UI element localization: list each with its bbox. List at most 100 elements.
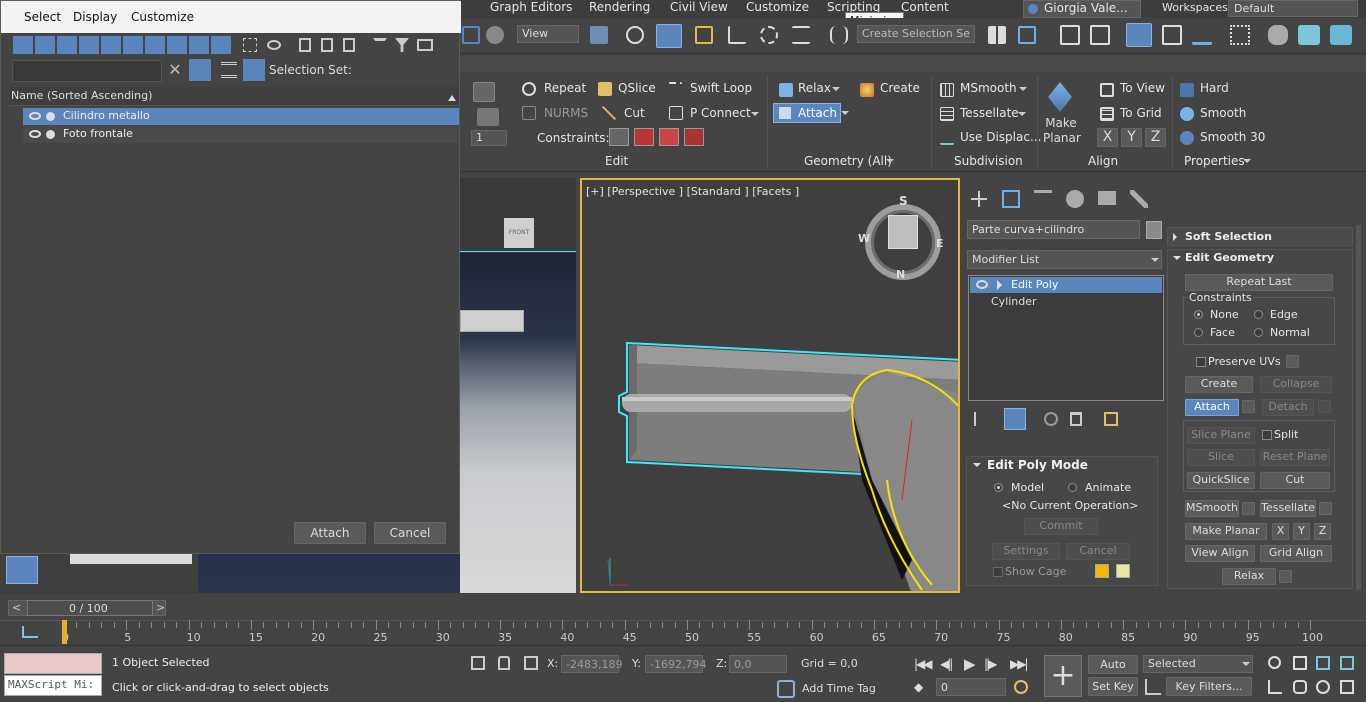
align-x-button[interactable]: X — [1097, 128, 1118, 147]
set-key-button[interactable]: Set Key — [1088, 677, 1138, 696]
rollout-collapse-arrow[interactable] — [973, 463, 981, 471]
move-icon[interactable] — [626, 26, 644, 44]
properties-dropdown-arrow[interactable] — [1243, 159, 1251, 167]
y-coordinate-field[interactable]: -1692,794 — [645, 655, 706, 673]
smooth30-button[interactable]: Smooth 30 — [1200, 130, 1265, 144]
constraint-normal-icon[interactable] — [684, 128, 704, 146]
to-view-button[interactable]: To View — [1120, 81, 1165, 95]
attach-arrow[interactable] — [841, 111, 849, 119]
material-editor-icon[interactable] — [1230, 25, 1250, 45]
constraint-none-radio[interactable] — [1194, 310, 1203, 319]
dialog-menu-customize[interactable]: Customize — [131, 10, 194, 24]
column-header[interactable]: Name (Sorted Ascending) — [9, 87, 459, 106]
align-z-button[interactable]: Z — [1145, 128, 1166, 147]
pan-icon[interactable] — [1293, 680, 1307, 694]
relax-geometry-button[interactable]: Relax — [1222, 568, 1276, 585]
animate-radio[interactable] — [1068, 483, 1077, 492]
filter-toggle-icon[interactable] — [189, 59, 211, 81]
to-grid-button[interactable]: To Grid — [1120, 106, 1162, 120]
smooth-button[interactable]: Smooth — [1200, 106, 1246, 120]
split-checkbox[interactable] — [1262, 430, 1272, 440]
use-displacement-button[interactable]: Use Displac... — [960, 130, 1041, 144]
cage-color-2[interactable] — [1116, 564, 1130, 578]
previous-frame-icon[interactable]: ◀|| — [940, 657, 953, 671]
create-geometry-button[interactable]: Create — [1185, 376, 1253, 393]
view-dropdown[interactable]: View — [517, 25, 579, 43]
freeze-dot-icon[interactable] — [46, 130, 55, 139]
settings-button[interactable]: Settings — [992, 543, 1060, 560]
constraint-none-icon[interactable] — [609, 128, 629, 146]
clear-search-icon[interactable]: ✕ — [167, 61, 183, 79]
current-frame-marker[interactable] — [62, 620, 67, 644]
scene-list-item[interactable]: Foto frontale — [23, 126, 459, 143]
tessellate-settings[interactable] — [1319, 502, 1332, 515]
object-color-swatch[interactable] — [1146, 221, 1162, 239]
create-button[interactable]: Create — [880, 81, 920, 95]
layer-icon[interactable] — [221, 62, 237, 78]
visibility-eye-icon[interactable] — [29, 112, 41, 120]
schematic-view-icon[interactable] — [1192, 25, 1212, 45]
filter-xrefs-icon[interactable] — [167, 36, 187, 54]
filter-helpers-icon[interactable] — [101, 36, 121, 54]
lock-selection-icon[interactable] — [498, 656, 510, 670]
menu-civil-view[interactable]: Civil View — [670, 0, 728, 14]
nurms-button[interactable]: NURMS — [544, 106, 588, 120]
quickslice-button[interactable]: QuickSlice — [1187, 472, 1255, 489]
filter-lights-icon[interactable] — [57, 36, 77, 54]
dialog-menu-display[interactable]: Display — [73, 10, 117, 24]
utilities-tab-icon[interactable] — [1130, 190, 1148, 208]
make-planar-z-button[interactable]: Z — [1314, 523, 1331, 540]
render-production-icon[interactable] — [1330, 25, 1352, 45]
scene-list-item[interactable]: Cilindro metallo — [23, 108, 459, 125]
folder-icon[interactable] — [417, 39, 433, 51]
edit-geometry-arrow[interactable] — [1173, 256, 1181, 264]
go-to-start-icon[interactable]: |◀◀ — [914, 657, 932, 671]
display-invert-icon[interactable] — [343, 38, 355, 52]
p-connect-arrow[interactable] — [751, 112, 759, 120]
auto-key-button[interactable]: Auto Key — [1088, 655, 1138, 688]
snaps-3d-icon[interactable] — [695, 26, 713, 44]
msmooth-geometry-button[interactable]: MSmooth — [1185, 500, 1239, 517]
hierarchy-tab-icon[interactable] — [1034, 190, 1052, 208]
make-planar-geometry-button[interactable]: Make Planar — [1185, 523, 1267, 540]
absolute-mode-icon[interactable] — [524, 656, 538, 670]
play-icon[interactable]: ▶ — [964, 655, 976, 673]
current-frame-field[interactable]: 0 — [936, 678, 1006, 696]
menu-content[interactable]: Content — [901, 0, 949, 14]
constraint-edge-icon[interactable] — [634, 128, 654, 146]
perspective-viewport[interactable]: [+] [Perspective ] [Standard ] [Facets ]… — [580, 178, 960, 593]
cut-geometry-button[interactable]: Cut — [1260, 472, 1330, 489]
cancel-dialog-button[interactable]: Cancel — [374, 522, 446, 544]
zoom-extents-icon[interactable] — [1316, 656, 1330, 670]
edit-poly-mode-title[interactable]: Edit Poly Mode — [987, 458, 1088, 472]
toggle-scene-explorer-icon[interactable] — [1060, 25, 1080, 45]
remove-modifier-icon[interactable] — [1070, 412, 1082, 426]
relax-arrow[interactable] — [832, 87, 840, 95]
z-coordinate-field[interactable]: 0,0 — [729, 655, 787, 673]
align-y-button[interactable]: Y — [1121, 128, 1142, 147]
mirror-icon[interactable] — [988, 26, 1006, 44]
filter-cameras-icon[interactable] — [79, 36, 99, 54]
time-slider-next[interactable]: > — [156, 601, 165, 614]
workspace-dropdown[interactable]: Default — [1228, 0, 1358, 17]
create-selection-set-dropdown[interactable]: Create Selection Se — [857, 25, 975, 43]
filter-geometry-icon[interactable] — [13, 36, 33, 54]
modifier-stack-item-cylinder[interactable]: Cylinder — [991, 295, 1037, 308]
dialog-menu-select[interactable]: Select — [24, 10, 61, 24]
key-filters-button[interactable]: Key Filters... — [1166, 677, 1252, 696]
edit-geometry-title[interactable]: Edit Geometry — [1185, 251, 1274, 264]
menu-customize[interactable]: Customize — [746, 0, 809, 14]
modifier-list-dropdown[interactable]: Modifier List — [967, 250, 1162, 269]
panel-scrollbar[interactable] — [1356, 225, 1361, 590]
cage-color-1[interactable] — [1095, 564, 1109, 578]
detach-settings[interactable] — [1318, 400, 1331, 413]
repeat-button[interactable]: Repeat — [544, 81, 586, 95]
commit-button[interactable]: Commit — [1024, 518, 1098, 535]
make-planar-button[interactable]: Make Planar — [1043, 116, 1081, 146]
isolate-selection-icon[interactable] — [471, 656, 485, 670]
msmooth-arrow[interactable] — [1019, 87, 1027, 95]
attach-button[interactable]: Attach — [1185, 399, 1239, 416]
menu-graph-editors[interactable]: Graph Editors — [490, 0, 572, 14]
orbit-icon[interactable] — [1316, 680, 1330, 694]
swift-loop-button[interactable]: Swift Loop — [690, 81, 752, 95]
